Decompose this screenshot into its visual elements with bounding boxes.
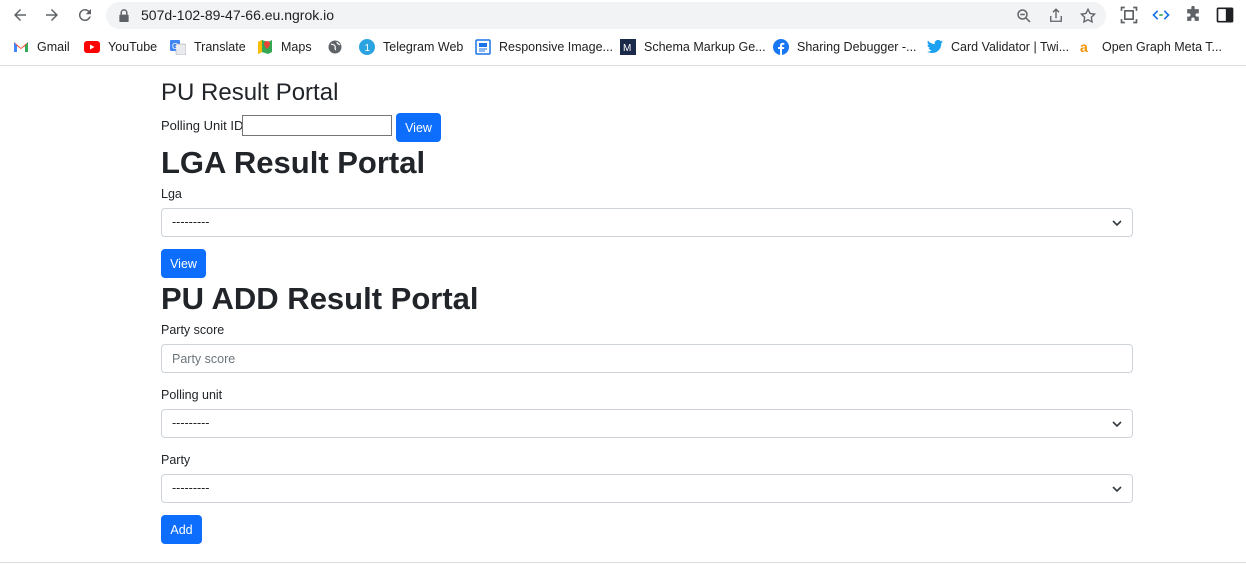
bookmark-translate[interactable]: G Translate [170, 38, 246, 56]
pu-view-button[interactable]: View [396, 113, 441, 142]
schema-markup-icon: M [620, 39, 636, 55]
address-bar[interactable]: 507d-102-89-47-66.eu.ngrok.io [106, 2, 1106, 29]
chevron-down-icon [1112, 486, 1122, 493]
screenshot-icon[interactable] [1119, 5, 1139, 25]
reload-icon[interactable] [73, 4, 97, 26]
bookmark-globe[interactable] [327, 38, 351, 56]
bookmark-responsive-image[interactable]: Responsive Image... [475, 38, 613, 56]
bookmark-youtube[interactable]: YouTube [84, 38, 157, 56]
party-score-label: Party score [161, 323, 225, 337]
code-extension-icon[interactable] [1151, 5, 1171, 25]
responsive-image-icon [475, 39, 491, 55]
bookmark-telegram[interactable]: 1 Telegram Web [359, 38, 463, 56]
svg-text:a: a [1080, 39, 1088, 55]
pu-portal-title: PU Result Portal [161, 79, 339, 106]
gmail-icon [13, 39, 29, 55]
chevron-down-icon [1112, 220, 1122, 227]
svg-text:G: G [172, 42, 178, 51]
bookmark-open-graph[interactable]: a Open Graph Meta T... [1078, 38, 1222, 56]
lga-select[interactable]: --------- [161, 208, 1133, 237]
add-button[interactable]: Add [161, 515, 202, 544]
bookmark-schema-markup[interactable]: M Schema Markup Ge... [620, 38, 766, 56]
party-score-placeholder: Party score [172, 352, 236, 366]
bookmark-card-validator[interactable]: Card Validator | Twi... [927, 38, 1069, 56]
forward-icon[interactable] [40, 4, 64, 26]
telegram-icon: 1 [359, 39, 375, 55]
lga-label: Lga [161, 187, 182, 201]
facebook-icon [773, 39, 789, 55]
extensions-icon[interactable] [1183, 5, 1203, 25]
bookmark-sharing-debugger[interactable]: Sharing Debugger -... [773, 38, 917, 56]
url-text: 507d-102-89-47-66.eu.ngrok.io [141, 7, 335, 23]
lga-view-button[interactable]: View [161, 249, 206, 278]
bookmarks-bar: Gmail YouTube G Translate Maps 1 Telegra… [0, 35, 1246, 59]
polling-unit-select[interactable]: --------- [161, 409, 1133, 438]
page-bottom-divider [0, 562, 1246, 563]
chevron-down-icon [1112, 421, 1122, 428]
back-icon[interactable] [8, 4, 32, 26]
party-label: Party [161, 453, 191, 467]
svg-text:M: M [623, 43, 631, 54]
open-graph-icon: a [1078, 39, 1094, 55]
polling-unit-id-label: Polling Unit ID: [161, 118, 247, 133]
party-select[interactable]: --------- [161, 474, 1133, 503]
svg-text:1: 1 [365, 43, 371, 54]
zoom-icon[interactable] [1015, 7, 1033, 25]
twitter-icon [927, 39, 943, 55]
bookmark-gmail[interactable]: Gmail [13, 38, 70, 56]
maps-icon [257, 39, 273, 55]
side-panel-icon[interactable] [1215, 5, 1235, 25]
bookmark-star-icon[interactable] [1079, 7, 1097, 25]
party-score-input[interactable]: Party score [161, 344, 1133, 373]
bookmark-maps[interactable]: Maps [257, 38, 312, 56]
lock-icon [119, 9, 129, 22]
lga-portal-title: LGA Result Portal [161, 145, 426, 180]
globe-icon [327, 39, 343, 55]
translate-icon: G [170, 39, 186, 55]
pu-add-portal-title: PU ADD Result Portal [161, 281, 479, 316]
polling-unit-label: Polling unit [161, 388, 223, 402]
polling-unit-id-input[interactable] [242, 115, 392, 136]
youtube-icon [84, 39, 100, 55]
share-icon[interactable] [1047, 7, 1065, 25]
toolbar-divider [0, 65, 1246, 66]
browser-toolbar: 507d-102-89-47-66.eu.ngrok.io [0, 0, 1246, 31]
